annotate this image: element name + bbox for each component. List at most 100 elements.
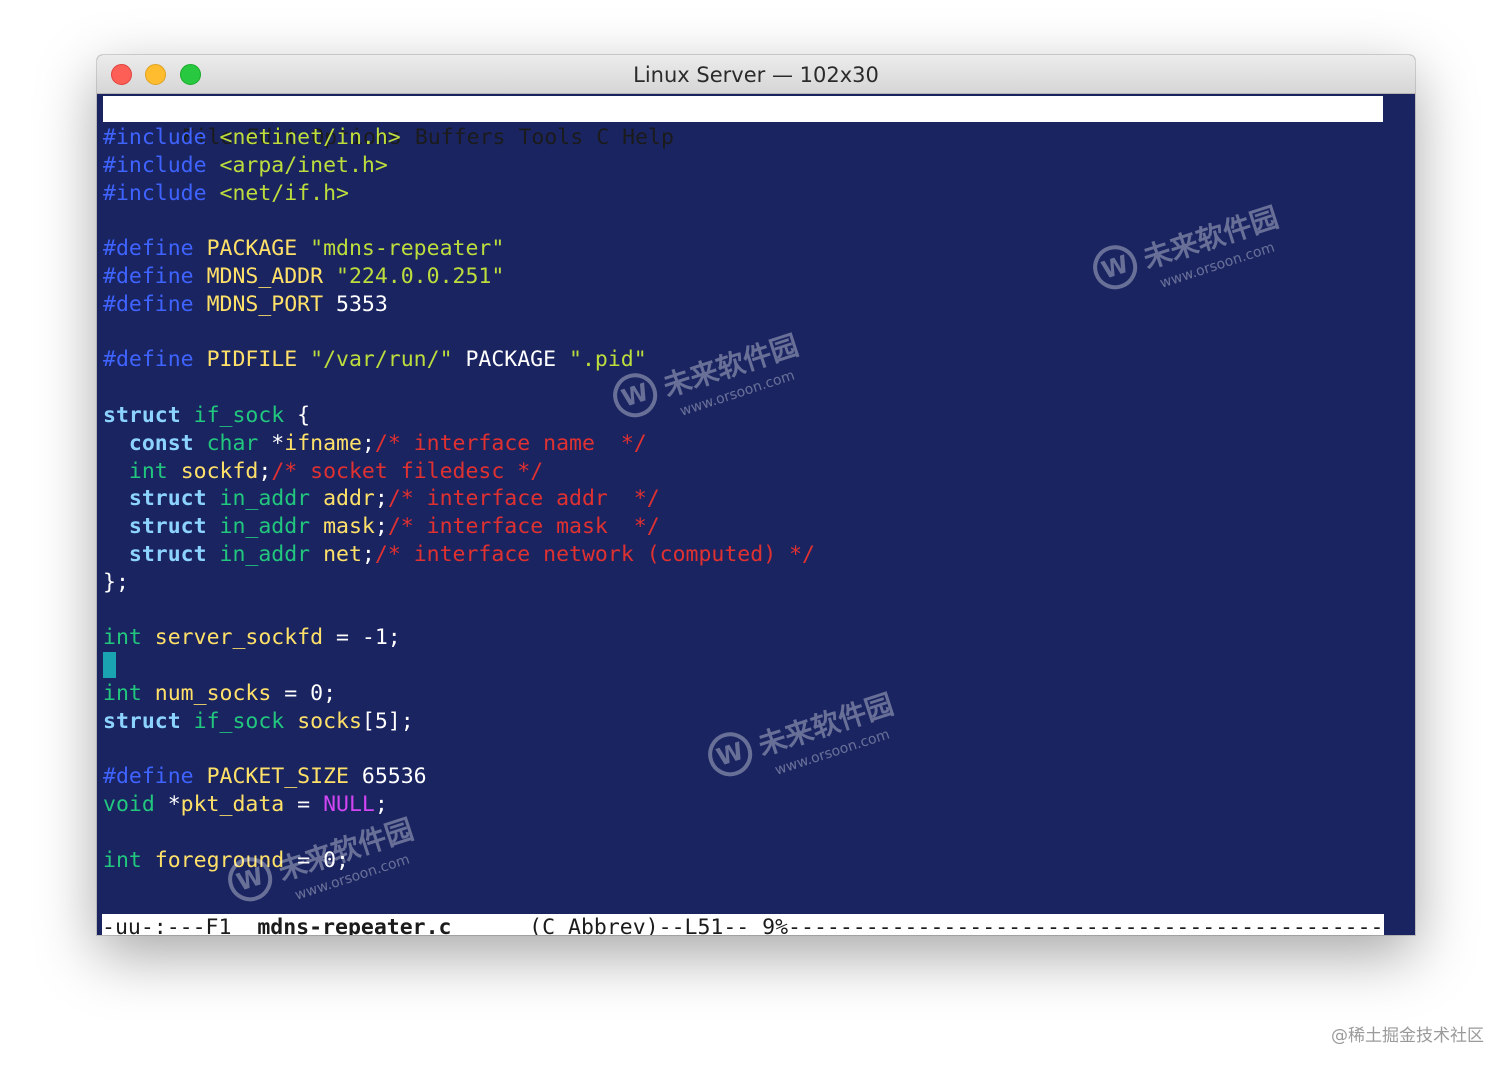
- code-token: ;: [361, 430, 375, 456]
- code-token: struct: [128, 514, 207, 540]
- code-line: struct in_addr mask;/* interface mask */: [103, 513, 815, 541]
- code-token: PACKAGE: [206, 236, 298, 262]
- code-token: int: [128, 458, 168, 484]
- code-token: num_socks: [154, 680, 272, 706]
- code-token: ;: [374, 486, 388, 512]
- code-token: #define: [103, 263, 194, 289]
- code-token: /* interface name */: [374, 430, 647, 456]
- modeline-prefix: -uu-:---F1: [102, 915, 258, 935]
- code-token: [5];: [361, 708, 414, 734]
- code-token: #define: [103, 291, 194, 317]
- title-bar[interactable]: Linux Server — 102x30: [97, 55, 1415, 94]
- code-token: socks: [297, 708, 362, 734]
- code-line: #define MDNS_ADDR "224.0.0.251": [103, 263, 815, 291]
- watermark-text: 未来软件园: [1139, 200, 1283, 276]
- code-token: =: [284, 792, 324, 818]
- code-token: char: [206, 430, 259, 456]
- code-token: <arpa/inet.h>: [219, 152, 388, 178]
- code-token: ifname: [284, 430, 362, 456]
- code-token: ;: [361, 541, 375, 567]
- code-token: server_sockfd: [154, 625, 324, 651]
- code-buffer[interactable]: #include <netinet/in.h> #include <arpa/in…: [103, 124, 815, 875]
- code-token: if_sock: [193, 402, 285, 428]
- code-line: #include <netinet/in.h>: [103, 124, 815, 152]
- code-token: #define: [103, 764, 194, 790]
- code-line: struct if_sock socks[5];: [103, 708, 815, 736]
- code-token: = 0;: [284, 847, 349, 873]
- code-token: net: [323, 541, 362, 567]
- code-line: int server_sockfd = -1;: [103, 624, 815, 652]
- code-token: /* socket filedesc */: [271, 458, 544, 484]
- window-title: Linux Server — 102x30: [633, 63, 879, 87]
- code-token: #include: [103, 180, 207, 206]
- code-token: struct: [103, 402, 181, 428]
- code-token: /* interface network (computed) */: [374, 541, 815, 567]
- code-line: #include <net/if.h>: [103, 180, 815, 208]
- terminal-content[interactable]: File Edit Options Buffers Tools C Help #includ…: [97, 94, 1415, 935]
- modeline-filename: mdns-repeater.c: [257, 915, 452, 935]
- code-token: void: [103, 792, 155, 818]
- code-token: ;: [374, 792, 388, 818]
- code-line: #include <arpa/inet.h>: [103, 152, 815, 180]
- code-token: };: [103, 569, 129, 595]
- code-token: {: [284, 402, 311, 428]
- code-token: /* interface addr */: [387, 486, 660, 512]
- code-token: if_sock: [193, 708, 285, 734]
- code-token: foreground: [154, 847, 285, 873]
- code-line: };: [103, 569, 815, 597]
- code-token: mask: [323, 514, 375, 540]
- code-token: 5353: [323, 291, 388, 317]
- mode-line: -uu-:---F1 mdns-repeater.c (C Abbrev)--L…: [102, 914, 1384, 935]
- code-token: PACKAGE: [452, 347, 570, 373]
- code-token: "224.0.0.251": [336, 263, 505, 289]
- code-line: struct in_addr addr;/* interface addr */: [103, 485, 815, 513]
- code-token: pkt_data: [180, 792, 285, 818]
- terminal-window: Linux Server — 102x30 File Edit Options Buf…: [97, 55, 1415, 935]
- code-token: int: [103, 680, 142, 706]
- code-token: int: [103, 847, 142, 873]
- code-token: = 0;: [271, 680, 337, 706]
- watermark-logo-icon: W: [1087, 239, 1143, 295]
- code-token: struct: [128, 541, 207, 567]
- code-line: int num_socks = 0;: [103, 680, 815, 708]
- code-token: addr: [323, 486, 375, 512]
- source-credit: @稀土掘金技术社区: [1331, 1026, 1484, 1046]
- code-token: const: [128, 430, 194, 456]
- code-token: PACKET_SIZE: [206, 764, 349, 790]
- watermark-url: www.orsoon.com: [1158, 239, 1277, 292]
- code-token: NULL: [323, 792, 375, 818]
- code-line: int sockfd;/* socket filedesc */: [103, 458, 815, 486]
- code-token: in_addr: [219, 486, 311, 512]
- code-token: ;: [258, 458, 272, 484]
- code-line: #define PIDFILE "/var/run/" PACKAGE ".pi…: [103, 346, 815, 374]
- code-line: [103, 652, 815, 680]
- code-token: *: [258, 430, 285, 456]
